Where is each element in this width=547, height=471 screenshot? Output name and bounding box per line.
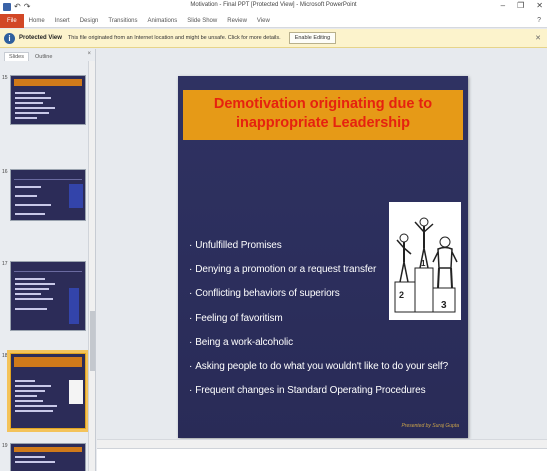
bullet-item: · Asking people to do what you wouldn't l…: [189, 360, 449, 372]
enable-editing-button[interactable]: Enable Editing: [288, 32, 337, 44]
tab-outline[interactable]: Outline: [31, 53, 56, 61]
slide-thumbnail[interactable]: [10, 443, 86, 471]
slide-number: 19: [2, 443, 8, 449]
tab-animations[interactable]: Animations: [143, 18, 183, 24]
protected-view-bar: i Protected View This file originated fr…: [0, 29, 547, 48]
bullet-item: · Conflicting behaviors of superiors: [189, 288, 340, 300]
help-icon[interactable]: ?: [537, 17, 541, 24]
slide-title: Demotivation originating due to inapprop…: [183, 90, 463, 140]
tab-home[interactable]: Home: [24, 18, 50, 24]
panel-tabs: Slides Outline ×: [0, 49, 95, 61]
close-icon[interactable]: ✕: [535, 34, 541, 42]
slide-thumbnail[interactable]: [10, 169, 86, 221]
shield-info-icon: i: [4, 32, 15, 44]
tab-insert[interactable]: Insert: [50, 18, 75, 24]
quick-access-toolbar: ↶ ↷: [0, 3, 30, 11]
bullet-item: · Frequent changes in Standard Operating …: [189, 385, 426, 397]
horizontal-scrollbar[interactable]: [97, 439, 547, 448]
slide-number: 18: [2, 353, 8, 359]
slide-thumbnail[interactable]: [10, 75, 86, 125]
current-slide[interactable]: Demotivation originating due to inapprop…: [178, 76, 468, 438]
notes-pane[interactable]: [97, 448, 547, 471]
slide-thumbnail-selected[interactable]: [7, 350, 89, 432]
slide-number: 16: [2, 169, 8, 175]
close-button[interactable]: ✕: [536, 1, 543, 10]
bullet-item: · Being a work-alcoholic: [189, 336, 294, 348]
save-icon[interactable]: [3, 3, 11, 11]
protected-view-message[interactable]: This file originated from an Internet lo…: [68, 35, 281, 41]
panel-scrollbar[interactable]: [88, 61, 95, 471]
window-title: Motivation - Final PPT [Protected View] …: [190, 2, 357, 8]
slide-bullet-list: · Unfulfilled Promises · Denying a promoti…: [189, 240, 469, 409]
slide-editing-area: Demotivation originating due to inapprop…: [97, 49, 547, 439]
tab-file[interactable]: File: [0, 13, 24, 28]
bullet-item: · Denying a promotion or a request transf…: [189, 264, 377, 276]
title-bar: ↶ ↷ Motivation - Final PPT [Protected Vi…: [0, 0, 547, 14]
undo-icon[interactable]: ↶: [14, 3, 21, 11]
slide-number: 15: [2, 75, 8, 81]
scrollbar-thumb[interactable]: [90, 311, 95, 371]
bullet-item: · Unfulfilled Promises: [189, 240, 282, 251]
slide-thumbnail[interactable]: [10, 261, 86, 331]
tab-design[interactable]: Design: [75, 18, 104, 24]
tab-slide-show[interactable]: Slide Show: [182, 18, 222, 24]
tab-review[interactable]: Review: [222, 18, 252, 24]
window-controls: – ❐ ✕: [501, 1, 543, 10]
redo-icon[interactable]: ↷: [24, 3, 31, 11]
slides-panel: Slides Outline × 15 16 17 18 19: [0, 49, 96, 471]
protected-view-title: Protected View: [19, 35, 62, 41]
restore-button[interactable]: ❐: [517, 1, 524, 10]
tab-transitions[interactable]: Transitions: [103, 18, 142, 24]
powerpoint-window: ↶ ↷ Motivation - Final PPT [Protected Vi…: [0, 0, 547, 471]
slide-footer: Presented by Suraj Gupta: [401, 423, 459, 429]
ribbon-tabs: File Home Insert Design Transitions Anim…: [0, 13, 547, 28]
slide-number: 17: [2, 261, 8, 267]
tab-slides[interactable]: Slides: [4, 52, 29, 61]
minimize-button[interactable]: –: [501, 1, 505, 10]
bullet-item: · Feeling of favoritism: [189, 312, 283, 324]
tab-view[interactable]: View: [252, 18, 275, 24]
close-panel-icon[interactable]: ×: [87, 51, 91, 57]
